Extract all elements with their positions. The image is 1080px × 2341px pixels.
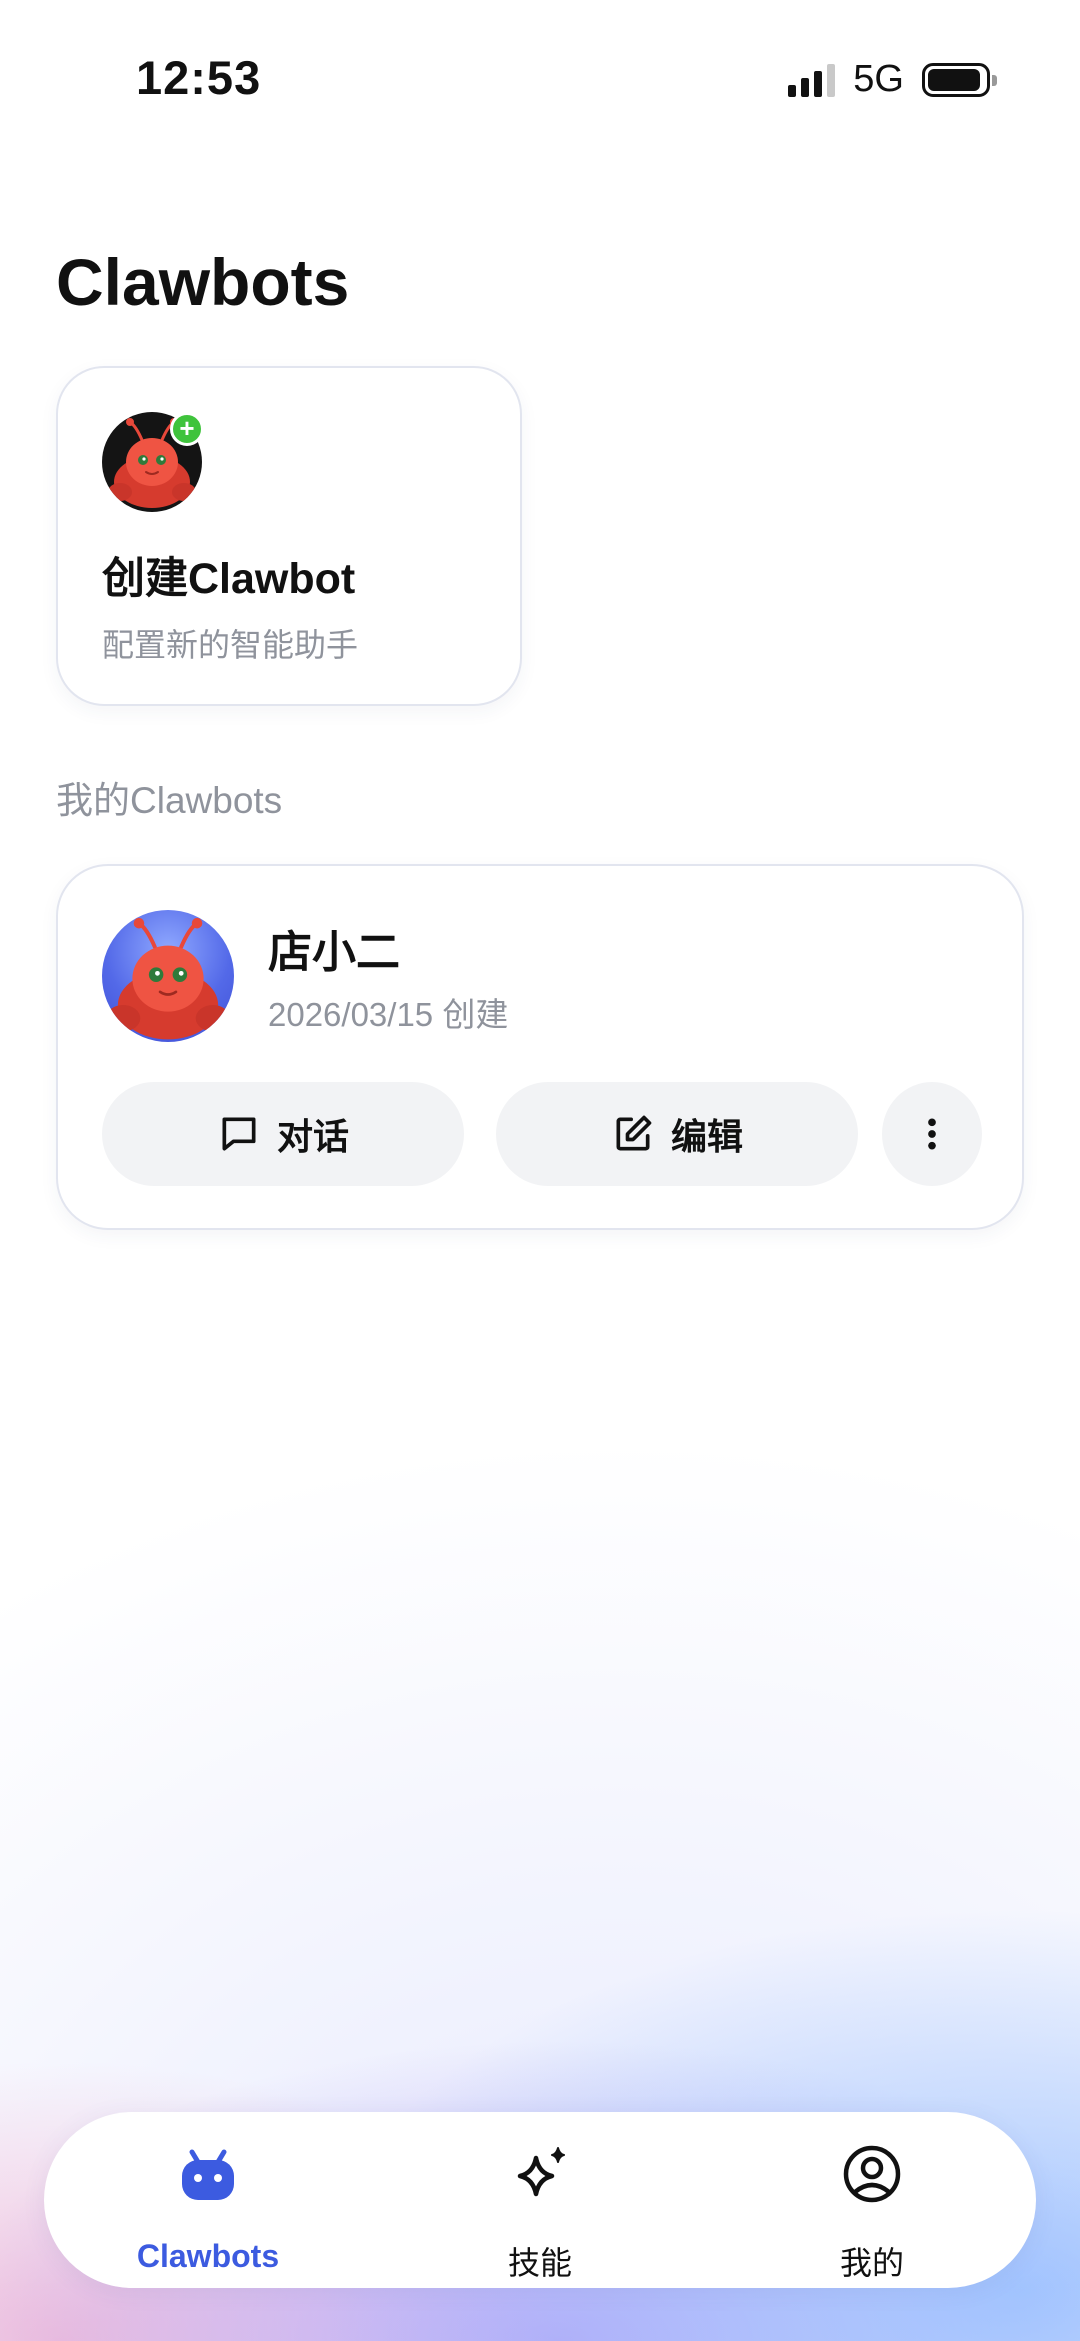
section-label: 我的Clawbots	[56, 780, 283, 821]
battery-icon	[922, 62, 997, 97]
edit-button-label: 编辑	[670, 1116, 743, 1157]
nav-item-me[interactable]: 我的	[752, 2112, 992, 2288]
bot-avatar	[102, 910, 234, 1042]
page-title: Clawbots	[56, 245, 350, 319]
nav-label-skills: 技能	[507, 2245, 572, 2281]
bot-name: 店小二	[268, 928, 400, 977]
signal-icon	[788, 63, 836, 97]
chat-icon	[222, 1117, 256, 1151]
more-options-button[interactable]	[882, 1082, 982, 1186]
status-indicators: 5G	[788, 58, 997, 101]
chat-button[interactable]: 对话	[102, 1082, 464, 1186]
bot-created-date: 2026/03/15 创建	[268, 996, 509, 1033]
nav-item-clawbots[interactable]: Clawbots	[88, 2112, 328, 2288]
lobster-mascot-icon	[105, 917, 231, 1040]
create-title: 创建Clawbot	[102, 555, 356, 603]
nav-item-skills[interactable]: 技能	[420, 2112, 660, 2288]
nav-label-me: 我的	[839, 2245, 904, 2281]
bot-card[interactable]: 店小二 2026/03/15 创建 对话 编辑	[56, 864, 1024, 1230]
user-circle-icon	[843, 2145, 901, 2203]
plus-badge-icon: +	[170, 412, 204, 446]
chat-button-label: 对话	[276, 1116, 349, 1157]
edit-icon	[616, 1115, 652, 1151]
create-clawbot-card[interactable]: + 创建Clawbot 配置新的智能助手	[56, 366, 522, 706]
status-time: 12:53	[136, 51, 262, 104]
more-vertical-icon	[928, 1118, 936, 1150]
edit-button[interactable]: 编辑	[496, 1082, 858, 1186]
create-subtitle: 配置新的智能助手	[102, 627, 359, 663]
sparkle-icon	[517, 2147, 565, 2197]
status-bar: 12:53 5G	[0, 0, 1080, 160]
bottom-nav: Clawbots 技能 我的	[44, 2112, 1036, 2288]
nav-label-clawbots: Clawbots	[136, 2238, 280, 2274]
network-type: 5G	[853, 58, 904, 100]
robot-icon	[182, 2149, 234, 2200]
create-avatar: +	[102, 412, 204, 512]
